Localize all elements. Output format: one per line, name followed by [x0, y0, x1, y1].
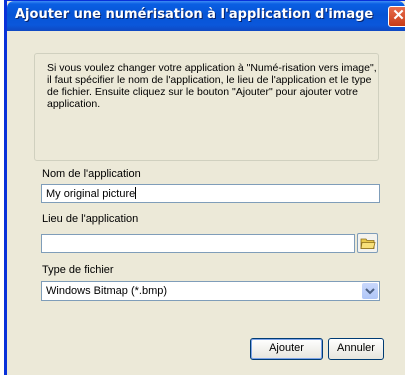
app-name-value: My original picture: [46, 188, 136, 200]
file-type-value: Windows Bitmap (*.bmp): [46, 285, 168, 297]
close-icon[interactable]: ✕: [388, 6, 405, 27]
text-caret: [135, 187, 137, 199]
window-title: Ajouter une numérisation à l'application…: [15, 7, 374, 22]
app-location-label: Lieu de l'application: [42, 213, 139, 225]
dialog-window: Ajouter une numérisation à l'application…: [4, 0, 405, 375]
app-name-label: Nom de l'application: [42, 168, 141, 180]
instructions-group: Si vous voulez changer votre application…: [34, 53, 379, 161]
app-location-input[interactable]: [41, 234, 355, 253]
browse-button[interactable]: [357, 233, 378, 253]
app-name-input[interactable]: My original picture: [41, 184, 380, 203]
chevron-down-icon[interactable]: [362, 283, 378, 299]
file-type-select[interactable]: Windows Bitmap (*.bmp): [41, 281, 380, 301]
title-bar[interactable]: Ajouter une numérisation à l'application…: [7, 1, 405, 31]
add-button[interactable]: Ajouter: [250, 338, 323, 360]
folder-icon: [360, 238, 376, 249]
dialog-content: Si vous voulez changer votre application…: [7, 31, 405, 375]
instructions-text: Si vous voulez changer votre application…: [47, 62, 377, 110]
cancel-button[interactable]: Annuler: [328, 338, 384, 360]
file-type-label: Type de fichier: [42, 264, 114, 276]
